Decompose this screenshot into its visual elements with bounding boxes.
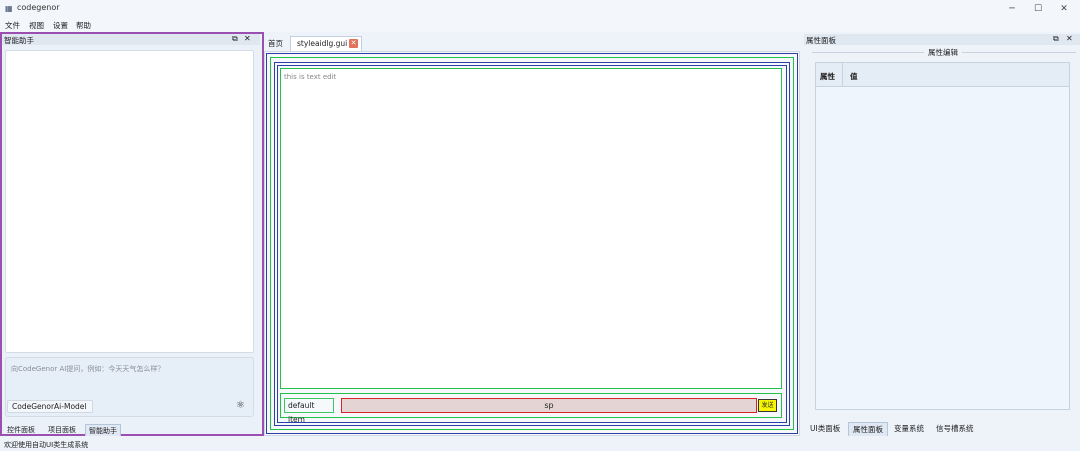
assistant-panel-header (2, 34, 260, 45)
menu-bar (0, 18, 1080, 32)
prompt-placeholder: 向CodeGenor AI提问，例如：今天天气怎么样？ (11, 365, 165, 373)
column-header-value[interactable]: 值 (850, 71, 858, 82)
column-header-property[interactable]: 属性 (820, 71, 835, 82)
property-group-title: 属性编辑 (924, 47, 962, 58)
property-panel-title: 属性面板 (806, 36, 836, 45)
menu-view[interactable]: 视图 (29, 20, 44, 31)
send-button[interactable]: 发送 (758, 399, 777, 412)
menu-settings[interactable]: 设置 (53, 20, 68, 31)
line-edit[interactable]: sp (341, 398, 757, 413)
close-window-icon[interactable]: ✕ (1054, 2, 1074, 16)
column-divider[interactable] (842, 63, 843, 87)
tab-assistant[interactable]: 智能助手 (85, 424, 121, 436)
tab-variable-system[interactable]: 变量系统 (890, 422, 928, 436)
item-combobox[interactable]: default item (284, 398, 334, 424)
app-window-icon: ▦ (5, 4, 13, 13)
tab-ui-class[interactable]: UI类面板 (806, 422, 844, 436)
model-selector[interactable]: CodeGenorAi-Model (7, 400, 93, 413)
float-icon[interactable]: ⧉ (1053, 34, 1059, 44)
title-bar (0, 0, 1080, 18)
tab-project-panel[interactable]: 项目面板 (45, 424, 79, 436)
property-table[interactable] (815, 62, 1070, 410)
maximize-icon[interactable]: ☐ (1028, 2, 1048, 16)
text-edit-placeholder: this is text edit (284, 73, 337, 81)
status-text: 欢迎使用自动UI类生成系统 (4, 441, 89, 449)
atom-icon[interactable]: ⚛ (236, 400, 248, 412)
tab-widget-panel[interactable]: 控件面板 (4, 424, 38, 436)
status-bar (0, 438, 1080, 451)
tab-signal-slot[interactable]: 信号槽系统 (932, 422, 978, 436)
text-edit[interactable] (280, 68, 782, 389)
assistant-panel-title: 智能助手 (4, 36, 34, 45)
minimize-icon[interactable]: ─ (1002, 2, 1022, 16)
property-panel-header (804, 34, 1080, 45)
window-title: codegenor (17, 3, 60, 12)
menu-file[interactable]: 文件 (5, 20, 20, 31)
tab-home[interactable]: 首页 (268, 38, 283, 49)
menu-help[interactable]: 帮助 (76, 20, 91, 31)
close-icon[interactable]: ✕ (244, 34, 251, 43)
tab-property-panel[interactable]: 属性面板 (848, 422, 888, 436)
chat-history[interactable] (5, 50, 254, 353)
float-icon[interactable]: ⧉ (232, 34, 238, 44)
close-tab-icon[interactable]: ✕ (349, 39, 358, 48)
close-icon[interactable]: ✕ (1066, 34, 1073, 43)
